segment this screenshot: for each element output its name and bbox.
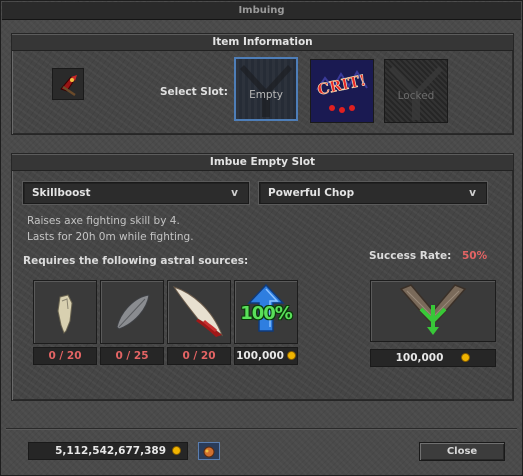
imbue-button[interactable] <box>370 280 496 342</box>
crit-icon: CRIT! <box>311 60 373 122</box>
stone-feather-icon <box>116 294 150 330</box>
success-rate-value: 50% <box>462 250 488 262</box>
protection-cost-value: 100,000 <box>236 350 284 362</box>
chevron-down-icon: v <box>231 187 238 199</box>
astral-source-3 <box>167 280 231 344</box>
item-information-panel: Item Information Select Slot: Empty CRIT… <box>11 33 514 135</box>
imbuement-dropdown[interactable]: Powerful Chop v <box>259 182 487 204</box>
claw-icon <box>172 286 224 337</box>
slot-locked-label: Locked <box>397 90 435 102</box>
astral-source-1 <box>33 280 97 344</box>
close-button[interactable]: Close <box>419 442 505 461</box>
select-slot-label: Select Slot: <box>160 86 228 98</box>
slot-empty-label: Empty <box>249 89 283 101</box>
imbue-panel-header: Imbue Empty Slot <box>12 154 513 171</box>
protection-cost: 100,000 <box>234 347 298 365</box>
balance-value: 5,112,542,677,389 <box>55 445 166 457</box>
imbue-cost: 100,000 <box>370 349 496 367</box>
slot-empty[interactable]: Empty <box>234 57 298 121</box>
requires-label: Requires the following astral sources: <box>23 255 249 267</box>
tooth-icon <box>57 294 73 334</box>
chevron-down-icon: v <box>469 187 476 199</box>
imbuing-window: Imbuing Item Information Select Slot: Em… <box>0 0 523 476</box>
slot-locked: Locked <box>384 59 448 123</box>
footer-divider <box>6 428 517 429</box>
astral-source-2 <box>100 280 164 344</box>
item-information-header: Item Information <box>12 34 513 51</box>
imbue-panel: Imbue Empty Slot Skillboost v Powerful C… <box>11 153 514 401</box>
slot-crit[interactable]: CRIT! <box>310 59 374 123</box>
protection-charm[interactable]: 100% <box>234 280 298 344</box>
window-title: Imbuing <box>2 2 521 20</box>
balance-display: 5,112,542,677,389 <box>28 442 188 460</box>
astral-source-1-count: 0 / 20 <box>33 347 97 365</box>
astral-source-2-count: 0 / 25 <box>100 347 164 365</box>
gold-coin-icon <box>172 445 181 455</box>
imbue-cost-value: 100,000 <box>395 352 444 364</box>
description-line-1: Raises axe fighting skill by 4. <box>27 215 180 227</box>
imbue-icon <box>399 284 467 335</box>
gold-coin-icon <box>286 350 296 360</box>
gold-coin-icon <box>461 352 471 362</box>
imbuement-value: Powerful Chop <box>268 187 355 199</box>
success-rate-label: Success Rate: <box>369 250 452 262</box>
imbuement-type-dropdown[interactable]: Skillboost v <box>23 182 249 204</box>
astral-source-3-count: 0 / 20 <box>167 347 231 365</box>
description-line-2: Lasts for 20h 0m while fighting. <box>27 231 194 243</box>
protection-percent: 100% <box>240 303 293 324</box>
item-icon <box>52 68 84 100</box>
store-button[interactable] <box>198 442 220 460</box>
coin-bag-icon <box>203 446 215 458</box>
imbuement-type-value: Skillboost <box>32 187 91 199</box>
